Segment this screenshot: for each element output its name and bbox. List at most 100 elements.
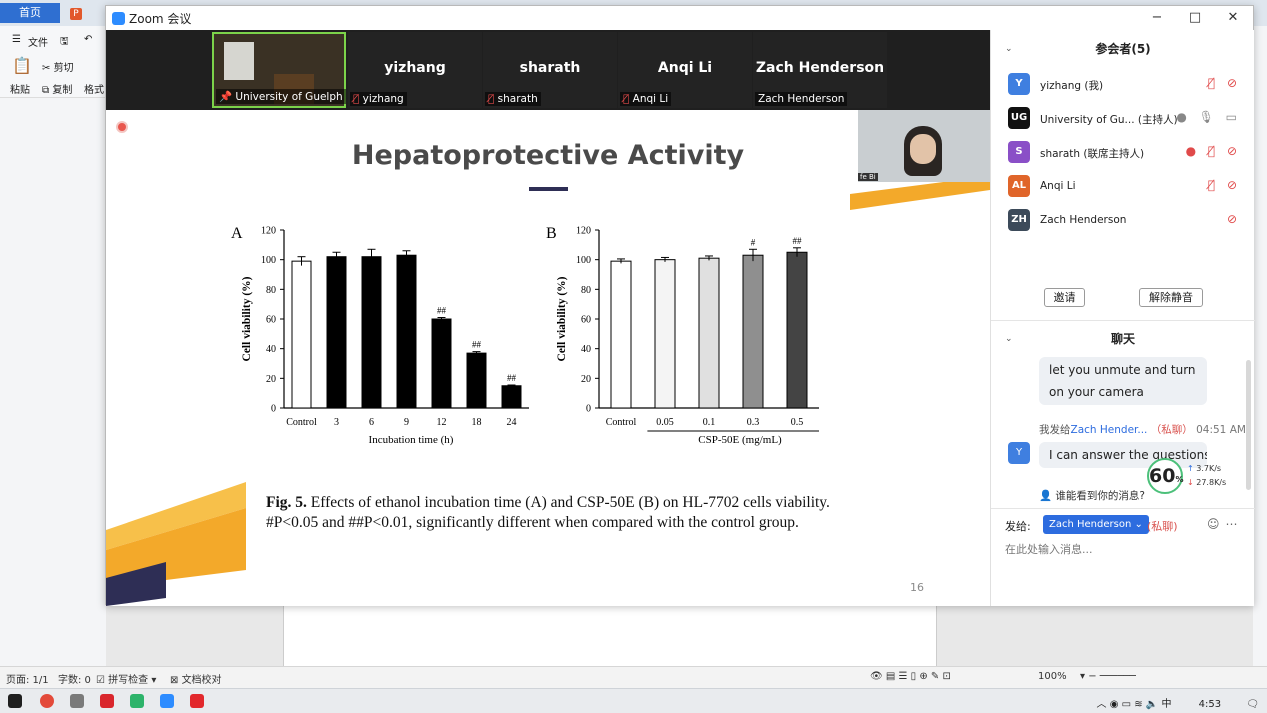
chart-panel-a: A 0 20 40 60 80 100 120 Cell viability (%) Contro… [231,225,529,446]
cut-label: 剪切 [53,63,74,74]
menu-icon[interactable]: ☰ [12,34,21,45]
save-icon[interactable]: 🖫 [60,34,69,51]
format-painter-button[interactable]: 格式 [84,81,104,96]
notification-icon[interactable]: 🗨 [1246,699,1259,710]
chrome-icon[interactable] [40,694,54,708]
significance-label: ## [793,236,803,246]
start-icon[interactable] [8,694,22,708]
self-video[interactable] [858,110,990,182]
upload-speed-value: 3.7K/s [1196,464,1222,473]
paste-icon[interactable]: 📋 [12,56,32,75]
significance-label: ## [437,306,447,316]
video-tile-zach[interactable]: Zach Henderson Zach Henderson [753,32,887,108]
close-button[interactable]: ✕ [1222,9,1244,27]
calculator-icon[interactable] [70,694,84,708]
participants-header: 参会者(5) [1095,42,1151,56]
window-title: Zoom 会议 [129,12,192,26]
x-tick-label: 6 [369,417,374,428]
zoom-level[interactable]: 100% [1038,671,1067,682]
tile-name: Anqi Li [657,60,713,76]
x-axis-label: Incubation time (h) [369,434,454,446]
recording-icon[interactable] [116,121,128,133]
copy-button[interactable]: ⧉ 复制 [42,81,72,96]
video-tile-sharath[interactable]: sharath 🎙̸ sharath [483,32,617,108]
spell-check-button[interactable]: ☑ 拼写检查 ▾ [96,671,156,686]
network-percent: 60 [1149,465,1176,487]
tab-document[interactable]: P16th [62,3,107,39]
participant-status-icons[interactable]: ● 🎙 ▭ [1176,110,1241,124]
more-icon[interactable]: ⋯ [1226,517,1244,531]
view-icons[interactable]: 👁 ▤ ☰ ▯ ⊕ ✎ ⊡ [870,671,951,682]
meta-recipient[interactable]: Zach Hender... [1071,424,1148,436]
send-to-value: Zach Henderson [1049,519,1132,530]
video-tile-label: 🎙̸ yizhang [350,92,407,106]
y-tick-label: 80 [581,285,591,296]
x-tick-label: 0.5 [791,417,804,428]
spell-check-label: 拼写检查 [108,675,149,686]
participant-name: yizhang (我) [1040,80,1104,92]
bar [698,257,720,409]
significance-label: ## [507,373,517,383]
emoji-icon[interactable]: ☺ [1207,517,1226,531]
participant-row[interactable]: AL Anqi Li 🎙̸ ⊘ [991,172,1255,202]
clock: 4:53 [1198,699,1222,710]
meta-time: 04:51 AM [1196,424,1246,436]
minimize-button[interactable]: − [1146,9,1168,27]
y-tick-label: 100 [576,255,591,266]
tab-home[interactable]: 首页 [0,3,60,23]
tile-label-text: Anqi Li [632,93,669,105]
chart-panel-b: B 0 20 40 60 80 100 120 Cell viability (%) Contro… [546,225,819,446]
participant-status-icons[interactable]: ● 🎙̸ ⊘ [1186,144,1241,158]
chat-scrollbar[interactable] [1246,360,1251,490]
video-tile-university[interactable]: 📌 University of Guelph C... [212,32,346,108]
y-tick-label: 60 [581,315,591,326]
zoom-slider[interactable]: ▾ − ────── [1080,671,1136,682]
meta-private: （私聊） [1150,424,1193,436]
chevron-down-icon: ⌄ [1134,519,1143,530]
participant-list: Yyizhang (我) 🎙̸ ⊘ UG University of Gu... (主… [991,70,1255,240]
self-video-label: fe Bi [858,173,878,181]
room-screen [224,42,254,80]
ime-indicator[interactable]: 中 [1161,699,1171,710]
video-tile-yizhang[interactable]: yizhang 🎙̸ yizhang [348,32,482,108]
invite-button[interactable]: 邀请 [1044,288,1085,307]
participant-status-icons[interactable]: ⊘ [1227,212,1241,226]
cut-button[interactable]: ✂ 剪切 [42,59,74,74]
send-to-dropdown[interactable]: Zach Henderson ⌄ [1043,515,1149,534]
participant-status-icons[interactable]: 🎙̸ ⊘ [1208,76,1241,90]
participant-status-icons[interactable]: 🎙̸ ⊘ [1208,178,1241,192]
video-strip: 📌 University of Guelph C... yizhang 🎙̸ y… [106,30,990,110]
participant-row[interactable]: Yyizhang (我) 🎙̸ ⊘ [991,70,1255,100]
tile-label-text: University of Guelph C... [235,91,346,103]
zoom-taskbar-icon[interactable] [160,694,174,708]
video-tile-label: 🎙̸ Anqi Li [620,92,672,106]
avatar: ZH [1008,209,1030,231]
ppt-icon: P [70,8,82,20]
caption-text: Effects of ethanol incubation time (A) a… [266,494,830,531]
document-page[interactable] [283,606,937,666]
undo-icon[interactable]: ↶ [84,34,92,45]
tile-name: yizhang [384,60,446,76]
participant-row[interactable]: ZH Zach Henderson ⊘ [991,206,1255,236]
tray-icons[interactable]: ︿ ◉ ▭ ≋ 🔈 [1097,699,1162,710]
paste-button[interactable]: 粘贴 [10,81,30,96]
download-speed: ↓ 27.8K/s [1187,478,1226,487]
participant-row[interactable]: UG University of Gu... (主持人) ● 🎙 ▭ [991,104,1255,134]
who-can-see-link[interactable]: 👤 谁能看到你的消息? [1039,488,1145,503]
wps-icon[interactable] [190,694,204,708]
proofread-button[interactable]: ⊠ 文档校对 [170,671,222,686]
video-tile-anqi[interactable]: Anqi Li 🎙̸ Anqi Li [618,32,752,108]
participant-row[interactable]: Ssharath (联席主持人) ● 🎙̸ ⊘ [991,138,1255,168]
chat-input[interactable]: 在此处输入消息... [1005,541,1093,557]
app2-icon[interactable] [130,694,144,708]
mic-muted-icon: 🎙̸ [488,93,495,105]
file-menu[interactable]: 文件 [28,34,48,49]
bar [431,318,452,409]
app-icon[interactable] [100,694,114,708]
unmute-all-button[interactable]: 解除静音 [1139,288,1203,307]
x-tick-label: Control [606,417,637,428]
significance-label: # [751,237,756,247]
maximize-button[interactable]: □ [1184,9,1206,27]
y-axis-label: Cell viability (%) [556,276,568,361]
x-tick-label: Control [286,417,317,428]
